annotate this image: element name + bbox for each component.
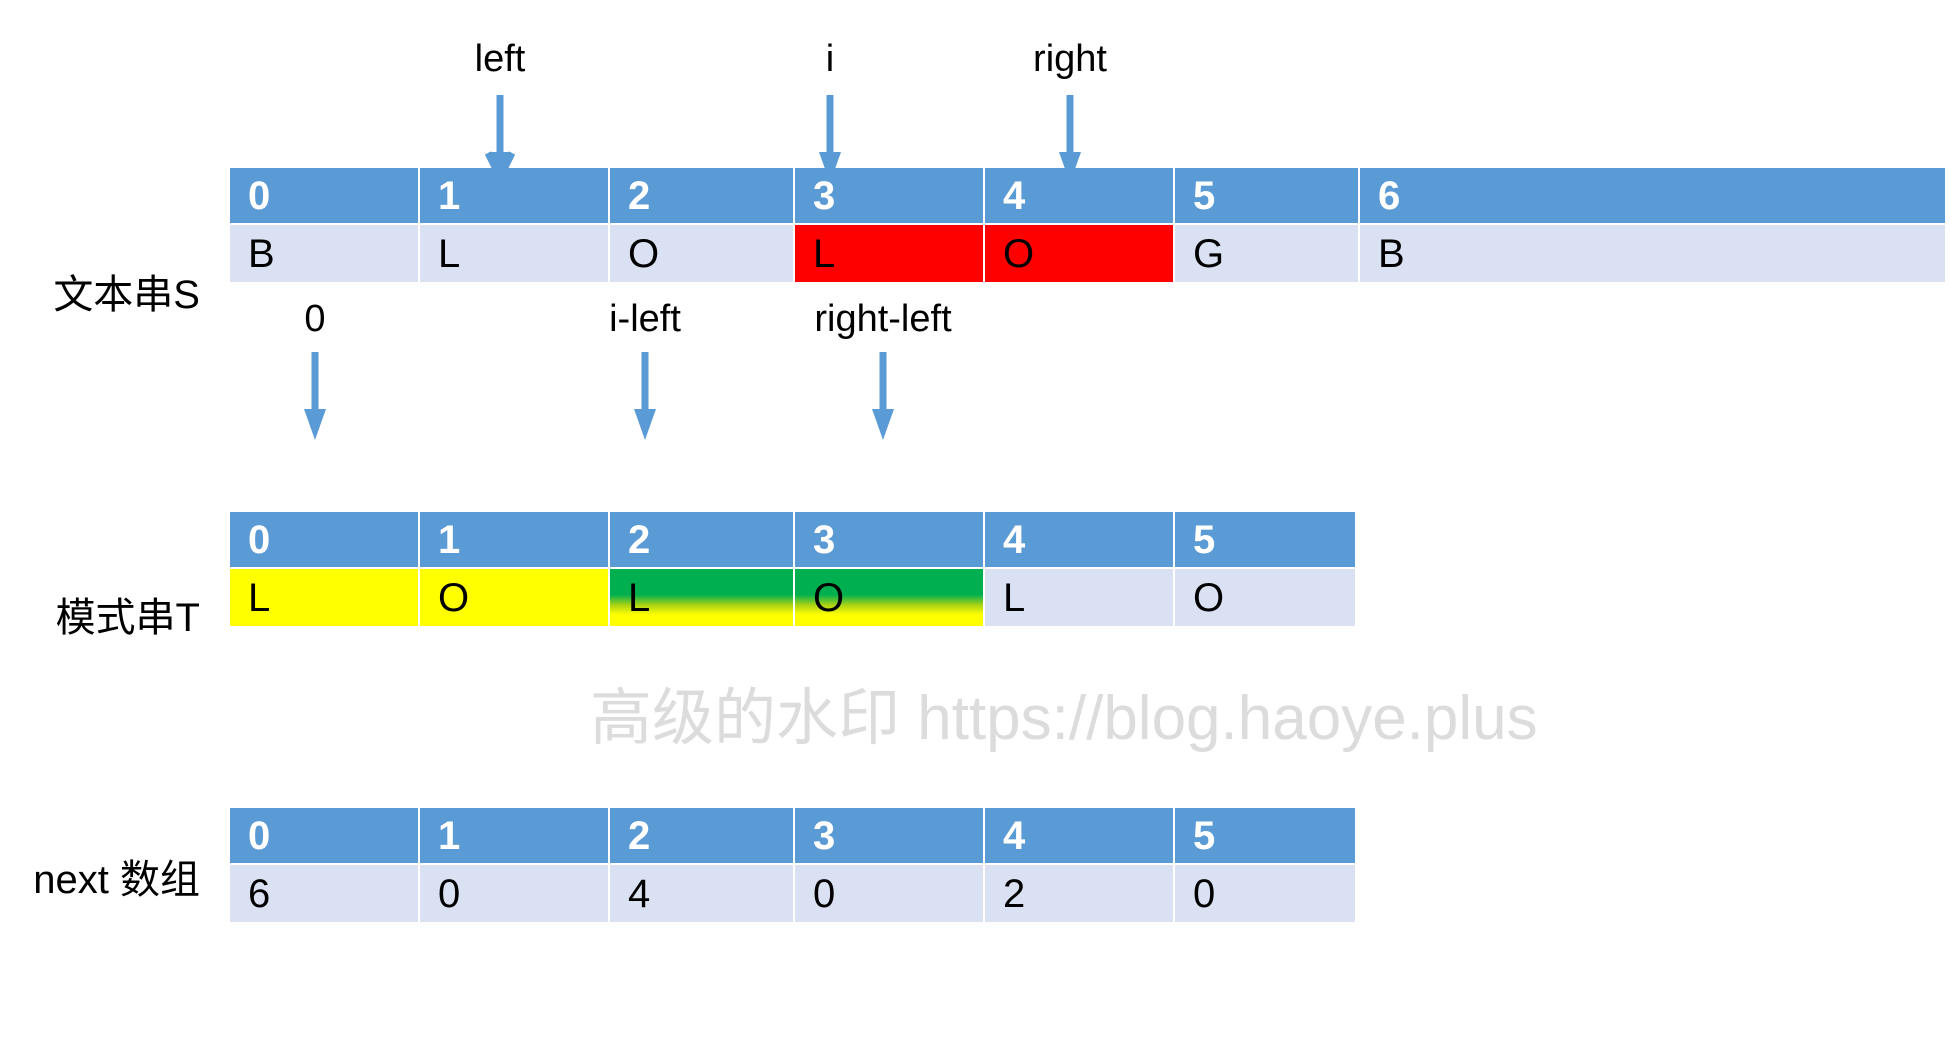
next-array-index-row: 0 1 2 3 4 5: [230, 808, 1355, 865]
index-cell: 3: [795, 808, 985, 865]
char-cell-highlighted: O: [420, 569, 610, 626]
down-arrow-icon: [300, 352, 330, 442]
next-value-cell: 0: [420, 865, 610, 922]
index-cell: 2: [610, 168, 795, 225]
char-cell: O: [610, 225, 795, 282]
char-cell: L: [420, 225, 610, 282]
index-cell: 2: [610, 512, 795, 569]
index-cell: 4: [985, 808, 1175, 865]
annotation-i-minus-left-label: i-left: [609, 298, 681, 340]
pattern-string-index-row: 0 1 2 3 4 5: [230, 512, 1355, 569]
annotation-left-label: left: [474, 38, 526, 80]
index-cell: 5: [1175, 512, 1355, 569]
index-cell: 1: [420, 168, 610, 225]
annotation-right-minus-left-label: right-left: [814, 298, 952, 340]
char-cell: L: [985, 569, 1175, 626]
index-cell: 4: [985, 512, 1175, 569]
index-cell: 1: [420, 808, 610, 865]
down-arrow-icon: [868, 352, 898, 442]
char-cell: O: [1175, 569, 1355, 626]
next-value-cell: 2: [985, 865, 1175, 922]
char-cell-highlighted: O: [985, 225, 1175, 282]
index-cell: 5: [1175, 168, 1360, 225]
index-cell: 0: [230, 512, 420, 569]
char-cell-highlighted: L: [795, 225, 985, 282]
index-cell: 5: [1175, 808, 1355, 865]
row-label-pattern-string: 模式串T: [55, 596, 200, 640]
text-string-index-row: 0 1 2 3 4 5 6: [230, 168, 1945, 225]
next-array-value-row: 6 0 4 0 2 0: [230, 865, 1355, 922]
next-value-cell: 6: [230, 865, 420, 922]
text-string-value-row: B L O L O G B: [230, 225, 1945, 282]
pattern-string-table: 0 1 2 3 4 5 L O L O L O: [230, 512, 1355, 626]
index-cell: 0: [230, 808, 420, 865]
char-cell-highlighted: L: [230, 569, 420, 626]
char-cell: B: [1360, 225, 1945, 282]
index-cell: 2: [610, 808, 795, 865]
annotation-right-label: right: [1033, 38, 1107, 80]
next-value-cell: 4: [610, 865, 795, 922]
char-cell: B: [230, 225, 420, 282]
down-arrow-icon: [630, 352, 660, 442]
next-value-cell: 0: [1175, 865, 1355, 922]
char-cell-highlighted: O: [795, 569, 985, 626]
pattern-string-value-row: L O L O L O: [230, 569, 1355, 626]
row-label-text-string: 文本串S: [53, 273, 200, 317]
text-string-table: 0 1 2 3 4 5 6 B L O L O G B: [230, 168, 1945, 282]
index-cell: 6: [1360, 168, 1945, 225]
index-cell: 0: [230, 168, 420, 225]
row-label-next-array: next 数组: [33, 858, 200, 902]
char-cell: G: [1175, 225, 1360, 282]
annotation-i-label: i: [825, 38, 835, 80]
next-array-table: 0 1 2 3 4 5 6 0 4 0 2 0: [230, 808, 1355, 922]
index-cell: 3: [795, 168, 985, 225]
next-value-cell: 0: [795, 865, 985, 922]
char-cell-highlighted: L: [610, 569, 795, 626]
index-cell: 1: [420, 512, 610, 569]
watermark-text: 高级的水印 https://blog.haoye.plus: [590, 684, 1538, 753]
index-cell: 4: [985, 168, 1175, 225]
index-cell: 3: [795, 512, 985, 569]
annotation-zero-label: 0: [304, 298, 326, 340]
